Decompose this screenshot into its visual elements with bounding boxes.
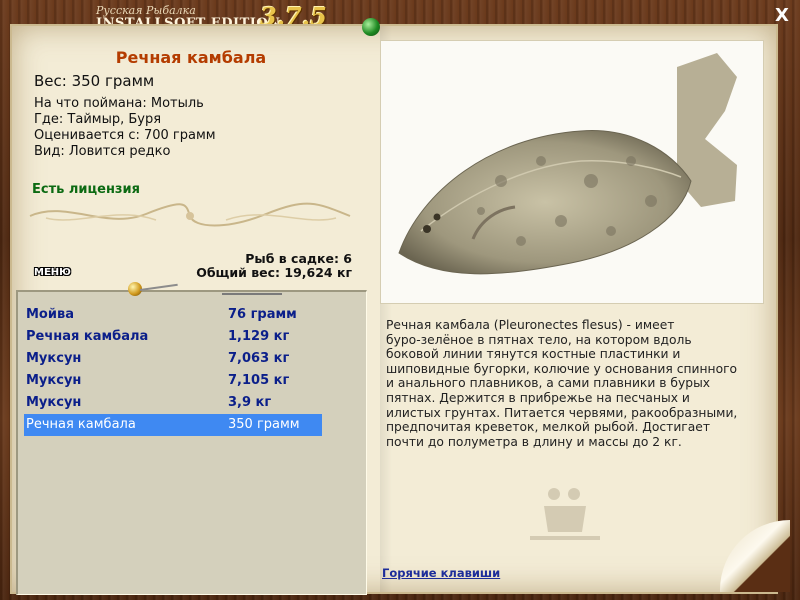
ornament-divider <box>29 202 351 227</box>
species-rarity: Вид: Ловится редко <box>34 144 171 159</box>
close-icon: X <box>775 5 789 26</box>
green-pin-icon <box>362 18 380 36</box>
description-line: пятнах. Держится в прибрежье на песчаных… <box>386 390 690 405</box>
description-line: илистых грунтах. Питается червями, ракоо… <box>386 405 738 420</box>
list-item-name: Речная камбала <box>26 417 136 432</box>
fish-weight: Вес: 350 грамм <box>34 72 155 90</box>
list-item[interactable]: Мойва 76 грамм <box>24 304 322 326</box>
total-weight: Общий вес: 19,624 кг <box>196 265 352 280</box>
list-item-weight: 3,9 кг <box>228 395 272 410</box>
list-item-name: Муксун <box>26 351 82 366</box>
list-item-name: Муксун <box>26 395 82 410</box>
fish-title: Речная камбала <box>115 48 267 67</box>
list-item-weight: 1,129 кг <box>228 329 290 344</box>
list-item[interactable]: Муксун 7,105 кг <box>24 370 322 392</box>
list-item[interactable]: Муксун 7,063 кг <box>24 348 322 370</box>
list-item-name: Речная камбала <box>26 329 149 344</box>
list-item-weight: 7,105 кг <box>228 373 290 388</box>
flounder-illustration <box>398 53 737 275</box>
close-button[interactable]: X <box>772 6 792 26</box>
fisherman-silhouette-icon <box>530 488 600 540</box>
description-line: Речная камбала (Pleuronectes flesus) - и… <box>386 318 675 332</box>
needle-icon <box>222 293 282 295</box>
fish-description: Речная камбала (Pleuronectes flesus) - и… <box>386 318 752 449</box>
description-line: буро-зелёное в пятнах тело, на котором в… <box>386 332 692 347</box>
caught-with: На что поймана: Мотыль <box>34 96 204 111</box>
description-line: предпочитая креветок, мелкой рыбой. Дост… <box>386 420 711 435</box>
catch-list: Мойва 76 грамм Речная камбала 1,129 кг М… <box>16 290 367 595</box>
caught-where: Где: Таймыр, Буря <box>34 112 162 127</box>
license-status: Есть лицензия <box>32 182 140 197</box>
description-line: и анального плавников, а сами плавники в… <box>386 376 711 391</box>
list-item-weight: 7,063 кг <box>228 351 290 366</box>
hotkeys-link[interactable]: Горячие клавиши <box>382 566 500 580</box>
description-line: шиповидные бугорки, колючие у основания … <box>386 361 738 376</box>
menu-button[interactable]: МЕНЮ <box>34 266 78 280</box>
list-item-name: Мойва <box>26 307 74 322</box>
list-item-selected[interactable]: Речная камбала 350 грамм <box>24 414 322 436</box>
catch-stats: Рыб в садке: 6 Общий вес: 19,624 кг <box>180 252 352 280</box>
fish-in-cage-count: Рыб в садке: 6 <box>245 251 352 266</box>
list-item[interactable]: Речная камбала 1,129 кг <box>24 326 322 348</box>
description-line: почти до полуметра в длину и массы до 2 … <box>386 434 682 449</box>
valued-from: Оценивается с: 700 грамм <box>34 128 216 143</box>
list-item[interactable]: Муксун 3,9 кг <box>24 392 322 414</box>
list-item-weight: 350 грамм <box>228 417 300 432</box>
description-line: боковой линии тянутся костные пластинки … <box>386 347 681 362</box>
list-item-name: Муксун <box>26 373 82 388</box>
flounder-image <box>380 40 764 304</box>
list-item-weight: 76 грамм <box>228 307 297 322</box>
